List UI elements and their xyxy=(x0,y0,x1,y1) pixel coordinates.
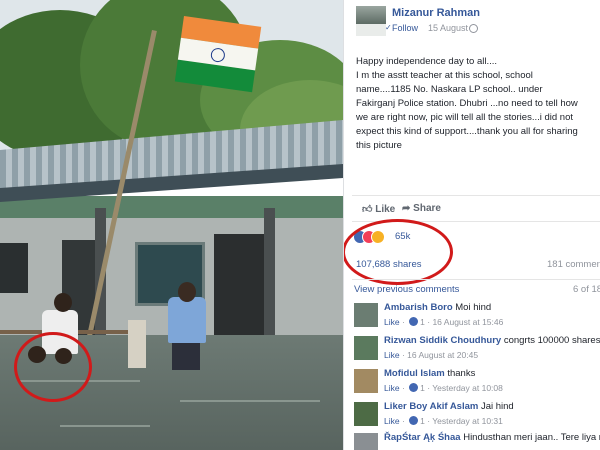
comment-text: congrts 100000 shares xyxy=(503,335,600,346)
follow-button[interactable]: Follow xyxy=(392,23,418,33)
author-name[interactable]: Mizanur Rahman xyxy=(392,7,480,19)
comment-like-count: 1 xyxy=(420,416,425,426)
avatar[interactable] xyxy=(354,369,378,393)
avatar[interactable] xyxy=(354,433,378,450)
globe-icon xyxy=(469,24,478,33)
comment-like-button[interactable]: Like xyxy=(384,350,400,360)
comment-time[interactable]: 16 August at 15:46 xyxy=(432,317,503,327)
view-previous-comments-link[interactable]: View previous comments xyxy=(354,284,459,295)
comment-like-button[interactable]: Like xyxy=(384,416,400,426)
teacher xyxy=(168,297,206,343)
comment: Ambarish Boro Moi hind Like · 1 · 16 Aug… xyxy=(352,301,600,331)
comment: Rizwan Siddik Choudhury congrts 100000 s… xyxy=(352,334,600,364)
comment-like-count: 1 xyxy=(420,317,425,327)
school-wall-band xyxy=(0,196,343,218)
like-badge-icon xyxy=(409,317,419,326)
boy-head xyxy=(54,293,72,312)
divider xyxy=(352,279,600,280)
comment-time[interactable]: Yesterday at 10:08 xyxy=(432,383,503,393)
ripple xyxy=(180,400,320,402)
post-line: Happy independence day to all.... xyxy=(356,56,498,67)
avatar[interactable] xyxy=(356,6,386,36)
commenter-name[interactable]: Rizwan Siddik Choudhury xyxy=(384,335,501,346)
avatar[interactable] xyxy=(354,336,378,360)
highlight-circle xyxy=(14,332,92,402)
divider xyxy=(352,195,600,196)
post-line: this picture xyxy=(356,140,402,151)
comment-time[interactable]: Yesterday at 10:31 xyxy=(432,416,503,426)
comment: Liker Boy Akif Aslam Jai hind Like · 1 ·… xyxy=(352,400,600,430)
like-button[interactable]: 👍︎ Like xyxy=(362,203,395,215)
flag-post-base xyxy=(128,320,146,368)
follow-icon[interactable]: ✓ xyxy=(385,23,392,32)
news-photo xyxy=(0,0,343,450)
thumbs-up-icon: 👍︎ xyxy=(362,204,376,215)
comment: Mofidul Islam thanks Like · 1 · Yesterda… xyxy=(352,367,600,397)
post-line: Fakirganj Police station. Dhubri ...no n… xyxy=(356,98,578,109)
post-line: I m the asstt teacher at this school, sc… xyxy=(356,70,533,81)
comments-count[interactable]: 181 comments xyxy=(547,259,600,270)
indian-flag xyxy=(174,16,262,93)
like-badge-icon xyxy=(409,416,419,425)
post-date[interactable]: 15 August xyxy=(428,23,468,33)
teacher-head xyxy=(178,282,196,302)
comment-text: Moi hind xyxy=(455,302,492,313)
share-button[interactable]: ➦ Share xyxy=(402,203,441,214)
commenter-name[interactable]: Mofidul Islam xyxy=(384,368,445,379)
comment-text: thanks xyxy=(447,368,476,379)
commenter-name[interactable]: Ambarish Boro xyxy=(384,302,453,313)
facebook-post: Mizanur Rahman ✓ Follow 15 August Happy … xyxy=(343,0,600,450)
comment: ŘapŚtar Ąķ Śhaa Hindusthan meri jaan.. T… xyxy=(352,431,600,450)
like-badge-icon xyxy=(409,383,419,392)
post-line: we are right now, pic will tell all the … xyxy=(356,112,574,123)
comment-time[interactable]: 16 August at 20:45 xyxy=(407,350,478,360)
comment-like-button[interactable]: Like xyxy=(384,383,400,393)
highlight-circle xyxy=(344,219,453,285)
comment-text: Jai hind xyxy=(480,401,514,412)
commenter-name[interactable]: Liker Boy Akif Aslam xyxy=(384,401,478,412)
comment-text: Hindusthan meri jaan.. Tere liya me kurb… xyxy=(463,432,600,443)
ashoka-chakra-icon xyxy=(209,47,226,64)
comment-like-count: 1 xyxy=(420,383,425,393)
post-body: Happy independence day to all.... I m th… xyxy=(356,55,600,153)
ripple xyxy=(60,425,150,427)
comment-pager: 6 of 181 xyxy=(573,284,600,295)
share-arrow-icon: ➦ xyxy=(402,203,414,214)
avatar[interactable] xyxy=(354,402,378,426)
avatar[interactable] xyxy=(354,303,378,327)
comment-like-button[interactable]: Like xyxy=(384,317,400,327)
window xyxy=(0,243,28,293)
post-line: name....1185 No. Naskara LP school.. und… xyxy=(356,84,543,95)
post-line: expect this kind of support....thank you… xyxy=(356,126,578,137)
commenter-name[interactable]: ŘapŚtar Ąķ Śhaa xyxy=(384,432,461,443)
teacher xyxy=(172,342,200,370)
